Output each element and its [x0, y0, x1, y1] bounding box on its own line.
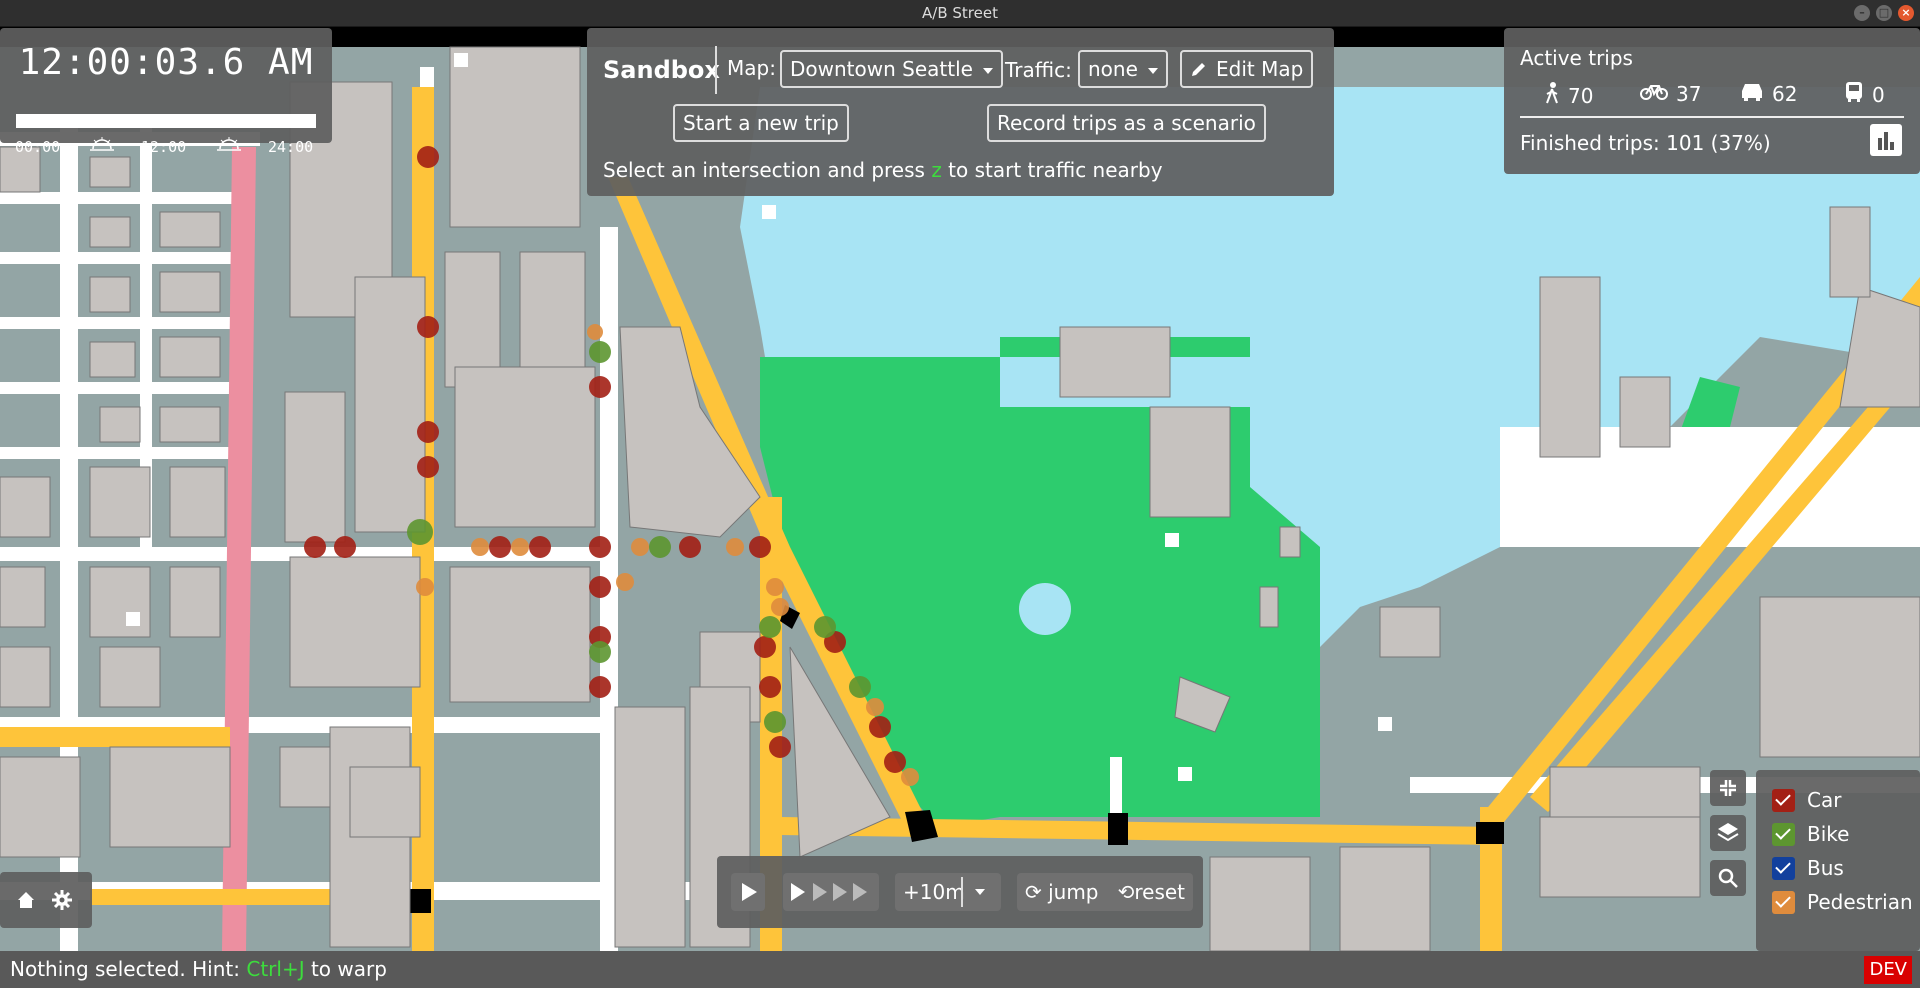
time-progress-bar — [16, 114, 316, 128]
car-count-value: 62 — [1772, 81, 1798, 106]
status-text: Nothing selected. Hint: — [10, 957, 247, 981]
settings-button[interactable] — [50, 888, 74, 916]
gear-icon — [52, 890, 72, 910]
panel-divider — [1520, 116, 1904, 118]
step-forward-button[interactable]: +10m — [895, 873, 1001, 911]
start-new-trip-button[interactable]: Start a new trip — [673, 104, 849, 142]
sandbox-panel: Sandbox Map: Downtown Seattle Traffic: n… — [587, 28, 1334, 196]
finished-trips: Finished trips: 101 (37%) — [1520, 131, 1771, 155]
legend-item-pedestrian[interactable]: Pedestrian — [1772, 890, 1913, 914]
chevron-down-icon — [982, 67, 993, 74]
layers-icon — [1717, 823, 1739, 842]
bus-count: 0 — [1844, 81, 1885, 108]
search-button[interactable] — [1710, 860, 1746, 896]
tick-end: 24:00 — [268, 138, 314, 156]
mode-title: Sandbox — [603, 56, 720, 84]
search-icon — [1718, 868, 1738, 888]
status-hotkey: Ctrl+J — [246, 957, 305, 981]
traffic-label: Traffic: — [1005, 58, 1072, 82]
speed-steps-icon — [791, 883, 867, 901]
legend-item-bike[interactable]: Bike — [1772, 822, 1849, 846]
step-label: +10m — [903, 880, 965, 904]
sandbox-hint: Select an intersection and press z to st… — [603, 158, 1163, 182]
map-dropdown[interactable]: Downtown Seattle — [780, 50, 1003, 88]
fountain-pond — [1019, 583, 1071, 635]
speed-slider[interactable] — [783, 873, 879, 911]
jump-label: jump — [1048, 880, 1099, 904]
window-title: A/B Street — [922, 4, 998, 22]
window-controls: – □ × — [1854, 5, 1914, 21]
dev-badge[interactable]: DEV — [1864, 956, 1912, 984]
bus-count-value: 0 — [1872, 82, 1885, 107]
hint-text-end: to start traffic nearby — [941, 158, 1163, 182]
maximize-icon[interactable]: □ — [1876, 5, 1892, 21]
tick-start: 00:00 — [15, 138, 61, 156]
title-divider — [715, 46, 717, 94]
home-button[interactable] — [14, 888, 38, 916]
clock-time: 12:00:03.6 AM — [18, 42, 314, 83]
chart-button[interactable] — [1870, 124, 1902, 156]
play-button[interactable] — [731, 873, 765, 911]
hint-key: z — [931, 158, 942, 182]
car-icon — [1740, 81, 1764, 106]
compress-icon — [1720, 780, 1736, 796]
checkbox-icon[interactable] — [1772, 822, 1795, 846]
legend-panel: Car Bike Bus Pedestrian — [1756, 770, 1920, 951]
bike-count: 37 — [1640, 81, 1701, 106]
bus-icon — [1844, 81, 1864, 108]
active-trips-title: Active trips — [1520, 46, 1633, 70]
layers-button[interactable] — [1710, 815, 1746, 851]
chevron-down-icon — [975, 889, 985, 895]
split-divider — [961, 877, 963, 907]
window-titlebar: A/B Street – □ × — [0, 0, 1920, 27]
checkbox-icon[interactable] — [1772, 890, 1795, 914]
map-value: Downtown Seattle — [790, 57, 973, 81]
edit-map-button[interactable]: Edit Map — [1180, 50, 1314, 88]
legend-label: Bike — [1807, 822, 1850, 846]
bar-chart-icon — [1878, 132, 1894, 150]
status-bar: Nothing selected. Hint: Ctrl+J to warp D… — [0, 951, 1920, 988]
speed-panel: +10m ⟳ jump ⟲reset — [717, 856, 1203, 928]
reset-button[interactable]: ⟲reset — [1118, 880, 1185, 904]
sunset-icon — [216, 136, 242, 152]
play-icon — [742, 883, 757, 901]
home-settings-panel — [0, 872, 92, 928]
legend-item-bus[interactable]: Bus — [1772, 856, 1844, 880]
bike-icon — [1640, 81, 1668, 106]
close-icon[interactable]: × — [1898, 5, 1914, 21]
hint-text: Select an intersection and press — [603, 158, 932, 182]
time-controls: ⟳ jump ⟲reset — [1017, 873, 1193, 911]
pencil-icon — [1190, 54, 1208, 76]
traffic-value: none — [1088, 57, 1138, 81]
bike-count-value: 37 — [1676, 81, 1702, 106]
tick-noon: 12:00 — [141, 138, 187, 156]
car-count: 62 — [1740, 81, 1797, 106]
status-text-end: to warp — [304, 957, 387, 981]
sunrise-icon — [89, 136, 115, 152]
checkbox-icon[interactable] — [1772, 856, 1795, 880]
minimize-icon[interactable]: – — [1854, 5, 1870, 21]
reset-label: reset — [1134, 880, 1186, 904]
chevron-down-icon — [1147, 67, 1158, 74]
clock-panel: 12:00:03.6 AM 00:00 12:00 24:00 — [0, 28, 332, 156]
pedestrian-icon — [1544, 81, 1560, 110]
checkbox-icon[interactable] — [1772, 788, 1795, 812]
map-label: Map: — [727, 56, 776, 80]
legend-item-car[interactable]: Car — [1772, 788, 1841, 812]
zoom-to-fit-button[interactable] — [1710, 770, 1746, 806]
record-trips-button[interactable]: Record trips as a scenario — [987, 104, 1266, 142]
legend-label: Bus — [1807, 856, 1844, 880]
active-trips-panel: Active trips 70 37 62 0 Finished trips: … — [1504, 28, 1920, 174]
legend-label: Car — [1807, 788, 1842, 812]
edit-map-label: Edit Map — [1216, 57, 1304, 81]
legend-label: Pedestrian — [1807, 890, 1913, 914]
jump-button[interactable]: ⟳ jump — [1025, 880, 1099, 904]
traffic-dropdown[interactable]: none — [1078, 50, 1168, 88]
walk-count: 70 — [1544, 81, 1593, 110]
walk-count-value: 70 — [1568, 83, 1594, 108]
home-icon — [18, 892, 34, 908]
